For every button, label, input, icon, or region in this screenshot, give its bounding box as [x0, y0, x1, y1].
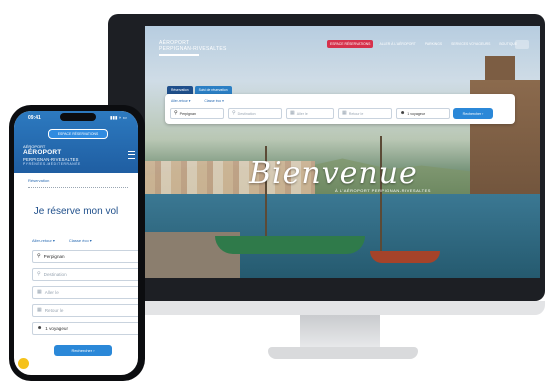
- language-switch[interactable]: [515, 40, 529, 49]
- mobile-depart-placeholder: Aller le: [44, 290, 59, 295]
- monitor-stand-foot: [268, 347, 418, 359]
- search-fields: ⚲ Perpignan ⚲ Destination ▦ Aller le ▦ R…: [170, 108, 450, 119]
- calendar-icon: ▦: [290, 110, 295, 116]
- hero-green-boat: [215, 236, 365, 254]
- passengers-value: 1 voyageur: [407, 111, 426, 116]
- mobile-divider: [28, 187, 128, 188]
- depart-date-field[interactable]: ▦ Aller le: [286, 108, 334, 119]
- mobile-passengers-value: 1 voyageur: [45, 326, 68, 331]
- tab-suivi-reservation[interactable]: Suivi de réservation: [194, 86, 232, 94]
- location-pin-icon: ⚲: [174, 110, 178, 116]
- mobile-section-label: Réservation: [28, 178, 50, 183]
- mobile-return-placeholder: Retour le: [44, 308, 64, 313]
- mobile-website-screen: 09:41 ▮▮▮ ◗ ▭ ESPACE RÉSERVATIONS AÉROPO…: [14, 111, 138, 375]
- desktop-website-screen: AÉROPORT PERPIGNAN-RIVESALTES ESPACE RÉS…: [145, 26, 540, 278]
- to-field-placeholder: Destination: [237, 111, 256, 116]
- class-dropdown[interactable]: Classe éco ▾: [204, 99, 223, 103]
- mobile-espace-reservations-button[interactable]: ESPACE RÉSERVATIONS: [48, 129, 108, 139]
- mobile-to-field[interactable]: ⚲ Destination: [32, 268, 138, 281]
- hero-boat-mast: [380, 136, 382, 254]
- calendar-icon: ▦: [37, 289, 42, 295]
- depart-date-placeholder: Aller le: [296, 111, 308, 116]
- help-chat-icon[interactable]: [18, 358, 29, 369]
- users-icon: ☻: [37, 325, 43, 331]
- mobile-trip-type-dropdown[interactable]: Aller-retour ▾: [32, 238, 55, 243]
- location-pin-icon: ⚲: [37, 253, 41, 259]
- return-date-field[interactable]: ▦ Retour le: [338, 108, 392, 119]
- mobile-from-value: Perpignan: [43, 254, 65, 259]
- site-logo-underline: [159, 54, 199, 56]
- passengers-field[interactable]: ☻ 1 voyageur: [396, 108, 450, 119]
- phone-notch: [60, 113, 96, 121]
- mobile-logo-tagline: PYRÉNÉES-MÉDITERRANÉE: [23, 162, 81, 166]
- from-field-value: Perpignan: [179, 111, 197, 116]
- hamburger-menu-icon[interactable]: [128, 151, 135, 159]
- location-pin-icon: ⚲: [37, 271, 41, 277]
- status-icons: ▮▮▮ ◗ ▭: [110, 115, 127, 120]
- location-pin-icon: ⚲: [232, 110, 236, 116]
- nav-espace-reservations[interactable]: ESPACE RÉSERVATIONS: [327, 40, 374, 48]
- search-button[interactable]: Rechercher ›: [453, 108, 493, 119]
- search-options: Aller-retour ▾ Classe éco ▾: [171, 99, 224, 103]
- mobile-to-placeholder: Destination: [43, 272, 67, 277]
- mobile-depart-date-field[interactable]: ▦ Aller le: [32, 286, 138, 299]
- hero-title: Bienvenue: [249, 156, 418, 191]
- hero-subtitle: À L'AÉROPORT PERPIGNAN-RIVESALTES: [335, 188, 431, 193]
- mobile-from-field[interactable]: ⚲ Perpignan: [32, 250, 138, 263]
- nav-aller-aeroport[interactable]: ALLER À L'AÉROPORT: [376, 40, 418, 48]
- nav-parkings[interactable]: PARKINGS: [422, 40, 445, 48]
- mobile-passengers-field[interactable]: ☻ 1 voyageur: [32, 322, 138, 335]
- search-tabs: Réservation Suivi de réservation: [167, 86, 232, 94]
- tab-reservation[interactable]: Réservation: [167, 86, 193, 94]
- to-field[interactable]: ⚲ Destination: [228, 108, 282, 119]
- monitor-chin: [108, 301, 545, 315]
- users-icon: ☻: [400, 110, 406, 116]
- monitor-stand-neck: [300, 315, 380, 349]
- site-logo-line2: PERPIGNAN-RIVESALTES: [159, 46, 227, 52]
- hero-red-boat: [370, 251, 440, 263]
- mobile-search-button[interactable]: Rechercher ›: [54, 345, 112, 356]
- calendar-icon: ▦: [37, 307, 42, 313]
- nav-services-voyageurs[interactable]: SERVICES VOYAGEURS: [448, 40, 493, 48]
- mobile-return-date-field[interactable]: ▦ Retour le: [32, 304, 138, 317]
- top-navigation: ESPACE RÉSERVATIONS ALLER À L'AÉROPORT P…: [327, 40, 520, 48]
- mobile-search-options: Aller-retour ▾ Classe éco ▾: [32, 238, 92, 243]
- mobile-class-dropdown[interactable]: Classe éco ▾: [69, 238, 92, 243]
- status-time: 09:41: [28, 115, 41, 121]
- return-date-placeholder: Retour le: [348, 111, 364, 116]
- mobile-logo[interactable]: AÉROPORT: [23, 149, 61, 156]
- site-logo[interactable]: AÉROPORT PERPIGNAN-RIVESALTES: [159, 40, 227, 56]
- from-field[interactable]: ⚲ Perpignan: [170, 108, 224, 119]
- calendar-icon: ▦: [342, 110, 347, 116]
- mobile-page-title: Je réserve mon vol: [33, 206, 119, 217]
- trip-type-dropdown[interactable]: Aller-retour ▾: [171, 99, 190, 103]
